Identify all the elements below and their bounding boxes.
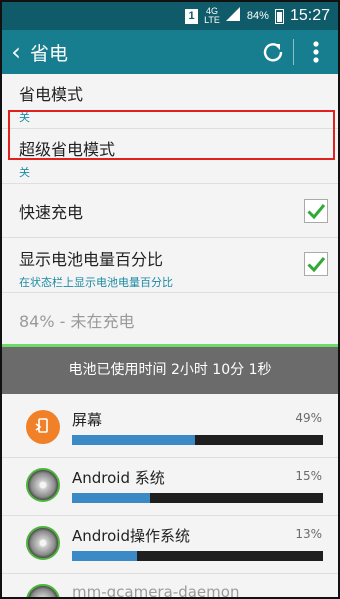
refresh-button[interactable] <box>253 30 293 74</box>
usage-bar <box>72 493 323 503</box>
disk-icon <box>26 584 60 597</box>
ultra-power-saving-mode-item[interactable]: 超级省电模式 关 <box>2 129 338 184</box>
setting-title: 快速充电 <box>19 202 84 222</box>
app-percent: 13% <box>295 527 322 541</box>
setting-title: 超级省电模式 <box>19 140 116 159</box>
chevron-left-icon: ‹ <box>11 38 21 66</box>
more-options-button[interactable] <box>294 30 338 74</box>
setting-subtitle: 在状态栏上显示电池电量百分比 <box>19 276 173 289</box>
back-button[interactable]: ‹ <box>2 30 30 74</box>
disk-icon <box>26 526 60 560</box>
app-name: Android操作系统 <box>72 527 190 545</box>
page-title: 省电 <box>30 42 69 65</box>
sim-indicator: 1 <box>185 8 199 24</box>
app-bar: ‹ 省电 <box>2 30 338 74</box>
screen-icon <box>26 410 60 444</box>
fast-charging-item[interactable]: 快速充电 <box>2 184 338 238</box>
power-saving-mode-item[interactable]: 省电模式 关 <box>2 74 338 129</box>
usage-bar <box>72 435 323 445</box>
app-usage-list: 屏幕 49% Android 系统 15% Android操作系统 13% mm… <box>2 400 338 599</box>
network-indicator: 4G LTE <box>204 7 220 25</box>
battery-percentage-item[interactable]: 显示电池电量百分比 在状态栏上显示电池电量百分比 <box>2 238 338 293</box>
app-usage-item[interactable]: 屏幕 49% <box>2 400 338 458</box>
status-bar: 1 4G LTE 84% 15:27 <box>2 2 338 30</box>
usage-bar-fill <box>72 551 138 561</box>
battery-usage-time: 电池已使用时间 2小时 10分 1秒 <box>68 362 272 378</box>
app-usage-item[interactable]: Android操作系统 13% <box>2 516 338 574</box>
app-usage-item[interactable]: Android 系统 15% <box>2 458 338 516</box>
usage-bar <box>72 551 323 561</box>
app-usage-item[interactable]: mm-qcamera-daemon <box>2 574 338 599</box>
phone-screen: 1 4G LTE 84% 15:27 ‹ 省电 省电模式 关 超级省电模式 关 … <box>0 0 340 599</box>
battery-icon <box>274 8 284 24</box>
clock: 15:27 <box>289 7 330 24</box>
battery-status-text: 84% - 未在充电 <box>19 311 135 331</box>
app-name: Android 系统 <box>72 469 165 487</box>
battery-usage-graph: 电池已使用时间 2小时 10分 1秒 <box>2 344 338 394</box>
disk-icon <box>26 468 60 502</box>
battery-percentage-checkbox[interactable] <box>304 252 328 276</box>
battery-percent: 84% <box>246 10 269 22</box>
app-name: 屏幕 <box>72 411 103 429</box>
setting-subtitle: 关 <box>19 166 30 179</box>
battery-status-item: 84% - 未在充电 <box>2 293 338 347</box>
usage-bar-fill <box>72 493 150 503</box>
app-percent: 49% <box>295 411 322 425</box>
fast-charging-checkbox[interactable] <box>304 198 328 223</box>
settings-list: 省电模式 关 超级省电模式 关 快速充电 显示电池电量百分比 在状态栏上显示电池… <box>2 74 338 347</box>
setting-subtitle: 关 <box>19 111 30 124</box>
checkmark-icon <box>307 257 326 273</box>
usage-bar-fill <box>72 435 195 445</box>
more-vertical-icon <box>313 41 319 63</box>
checkmark-icon <box>307 203 326 219</box>
setting-title: 省电模式 <box>19 85 84 104</box>
battery-graph-line <box>2 344 338 347</box>
signal-icon <box>225 6 241 26</box>
network-subtype: LTE <box>204 15 220 25</box>
app-percent: 15% <box>295 469 322 483</box>
refresh-icon <box>263 43 283 62</box>
app-name: mm-qcamera-daemon <box>72 583 240 599</box>
setting-title: 显示电池电量百分比 <box>19 250 164 269</box>
